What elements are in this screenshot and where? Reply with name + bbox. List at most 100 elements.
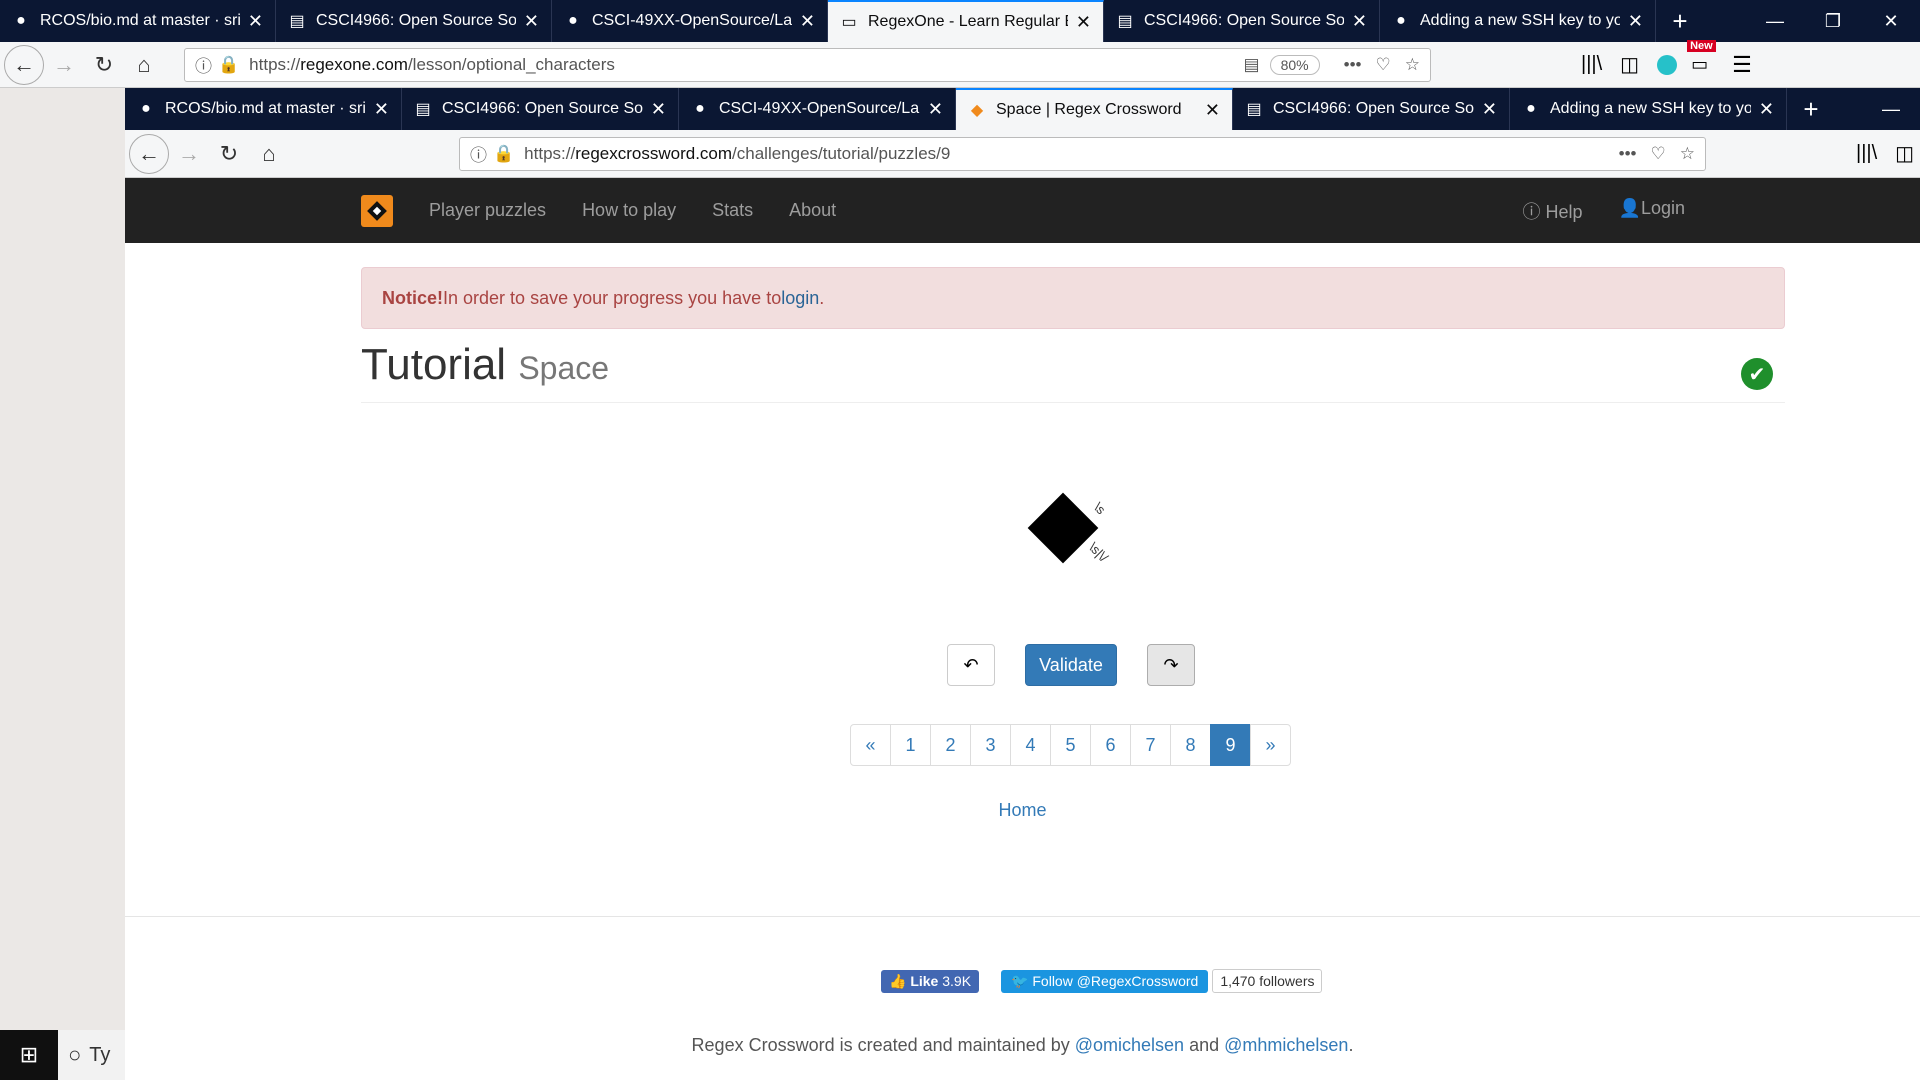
minimize-icon[interactable]: —: [1862, 88, 1920, 130]
page-8[interactable]: 8: [1170, 724, 1211, 766]
github-icon: ●: [141, 100, 151, 117]
close-icon[interactable]: ✕: [524, 11, 539, 32]
close-icon[interactable]: ✕: [651, 99, 666, 120]
info-icon[interactable]: ⓘ: [195, 52, 212, 77]
sidebar-icon[interactable]: ◫: [1620, 52, 1639, 77]
page-2[interactable]: 2: [930, 724, 971, 766]
close-window-icon[interactable]: ✕: [1862, 0, 1920, 42]
taskbar-search[interactable]: ○ Ty: [58, 1030, 125, 1080]
outer-tab[interactable]: ▤CSCI4966: Open Source Software✕: [276, 0, 552, 42]
inner-tab[interactable]: ▤CSCI4966: Open Source Software✕: [1233, 88, 1510, 130]
zoom-indicator[interactable]: 80%: [1269, 54, 1320, 75]
info-icon[interactable]: ⓘ: [470, 141, 487, 166]
home-button[interactable]: ⌂: [249, 134, 289, 174]
close-icon[interactable]: ✕: [1628, 11, 1643, 32]
nav-player-puzzles[interactable]: Player puzzles: [429, 200, 546, 221]
redo-button[interactable]: ↷: [1147, 644, 1195, 686]
sidebar-icon[interactable]: ◫: [1895, 141, 1914, 166]
page-9-current[interactable]: 9: [1210, 724, 1251, 766]
outer-tab[interactable]: ●CSCI-49XX-OpenSource/Lab1.md✕: [552, 0, 828, 42]
twitter-follow-button[interactable]: 🐦 Follow @RegexCrossword: [1001, 969, 1209, 993]
outer-tab[interactable]: ● Adding a new SSH key to your ✕: [1380, 0, 1656, 42]
close-icon[interactable]: ✕: [1076, 12, 1091, 33]
footer: 👍 Like 3.9K 🐦 Follow @RegexCrossword 1,4…: [125, 916, 1920, 1080]
pocket-icon[interactable]: ♡: [1376, 55, 1391, 75]
more-icon[interactable]: •••: [1619, 144, 1637, 164]
page-3[interactable]: 3: [970, 724, 1011, 766]
github-icon: ●: [695, 100, 705, 117]
inner-tab[interactable]: ●RCOS/bio.md at master · sringe✕: [125, 88, 402, 130]
page-7[interactable]: 7: [1130, 724, 1171, 766]
github-icon: ●: [1396, 12, 1406, 29]
submitty-icon: ▤: [289, 13, 305, 30]
author-link-2[interactable]: @mhmichelsen: [1224, 1035, 1348, 1055]
restore-icon[interactable]: ❐: [1804, 0, 1862, 42]
facebook-like-button[interactable]: 👍 Like 3.9K: [881, 969, 980, 993]
extension-icon[interactable]: [1657, 54, 1678, 75]
page-6[interactable]: 6: [1090, 724, 1131, 766]
validate-button[interactable]: Validate: [1025, 644, 1117, 686]
regexcrossword-icon: ◆: [970, 102, 984, 119]
outer-url-bar[interactable]: ⓘ 🔒 https://regexone.com/lesson/optional_…: [184, 47, 1431, 82]
back-button[interactable]: ←: [129, 133, 169, 174]
new-feature-icon[interactable]: ▭ New: [1687, 40, 1716, 75]
submitty-icon: ▤: [1117, 13, 1133, 30]
reader-view-icon[interactable]: ▤: [1244, 55, 1260, 75]
new-tab-button[interactable]: +: [1787, 88, 1835, 130]
page-5[interactable]: 5: [1050, 724, 1091, 766]
close-icon[interactable]: ✕: [1482, 99, 1497, 120]
windows-start-icon[interactable]: ⊞: [0, 1030, 58, 1080]
author-link-1[interactable]: @omichelsen: [1075, 1035, 1184, 1055]
close-icon[interactable]: ✕: [248, 11, 263, 32]
github-icon: ●: [16, 12, 26, 29]
inner-url-bar[interactable]: ⓘ 🔒 https://regexcrossword.com/challenges…: [459, 136, 1706, 171]
page-next[interactable]: »: [1250, 724, 1291, 766]
page-prev[interactable]: «: [850, 724, 891, 766]
pagination: « 1 2 3 4 5 6 7 8 9 »: [850, 724, 1291, 766]
nav-help[interactable]: ⓘ Help: [1522, 198, 1582, 224]
inner-tab[interactable]: ●CSCI-49XX-OpenSource/Lab1.md✕: [679, 88, 956, 130]
new-tab-button[interactable]: +: [1656, 0, 1704, 42]
bookmark-star-icon[interactable]: ☆: [1680, 144, 1695, 164]
site-logo-icon[interactable]: [361, 194, 393, 227]
nav-how-to-play[interactable]: How to play: [582, 200, 676, 221]
library-icon[interactable]: |||\: [1581, 53, 1602, 76]
nav-stats[interactable]: Stats: [712, 200, 753, 221]
close-icon[interactable]: ✕: [1205, 100, 1220, 121]
outer-tab[interactable]: ●RCOS/bio.md at master · sringe✕: [0, 0, 276, 42]
forward-button[interactable]: →: [169, 134, 209, 174]
forward-button[interactable]: →: [44, 45, 84, 85]
home-link[interactable]: Home: [125, 800, 1920, 821]
social-buttons: 👍 Like 3.9K 🐦 Follow @RegexCrossword 1,4…: [881, 969, 1323, 993]
close-icon[interactable]: ✕: [374, 99, 389, 120]
bookmark-star-icon[interactable]: ☆: [1405, 55, 1420, 75]
inner-tab-active[interactable]: ◆ Space | Regex Crossword ✕: [956, 88, 1233, 130]
close-icon[interactable]: ✕: [800, 11, 815, 32]
login-link[interactable]: login: [781, 288, 819, 309]
outer-tab[interactable]: ▤CSCI4966: Open Source Software✕: [1104, 0, 1380, 42]
clue-bottom: \s|\/: [1086, 540, 1112, 566]
back-button[interactable]: ←: [4, 44, 44, 85]
undo-button[interactable]: ↶: [947, 644, 995, 686]
pocket-icon[interactable]: ♡: [1651, 144, 1666, 164]
inner-tab[interactable]: ● Adding a new SSH key to your ✕: [1510, 88, 1787, 130]
nav-about[interactable]: About: [789, 200, 836, 221]
site-navbar: Player puzzles How to play Stats About ⓘ…: [125, 178, 1920, 243]
page-4[interactable]: 4: [1010, 724, 1051, 766]
reload-button[interactable]: ↻: [209, 134, 249, 174]
puzzle-grid: \s \s|\/: [1018, 483, 1138, 583]
close-icon[interactable]: ✕: [1352, 11, 1367, 32]
menu-icon[interactable]: ☰: [1732, 52, 1752, 78]
reload-button[interactable]: ↻: [84, 45, 124, 85]
nav-login[interactable]: 👤Login: [1619, 198, 1685, 224]
inner-tab[interactable]: ▤CSCI4966: Open Source Software✕: [402, 88, 679, 130]
more-icon[interactable]: •••: [1344, 55, 1362, 75]
home-button[interactable]: ⌂: [124, 45, 164, 85]
outer-tab-active[interactable]: ▭RegexOne - Learn Regular Exp✕: [828, 0, 1104, 42]
library-icon[interactable]: |||\: [1856, 142, 1877, 165]
close-icon[interactable]: ✕: [928, 99, 943, 120]
minimize-icon[interactable]: —: [1746, 0, 1804, 42]
close-icon[interactable]: ✕: [1759, 99, 1774, 120]
page-1[interactable]: 1: [890, 724, 931, 766]
github-icon: ●: [1526, 100, 1536, 117]
